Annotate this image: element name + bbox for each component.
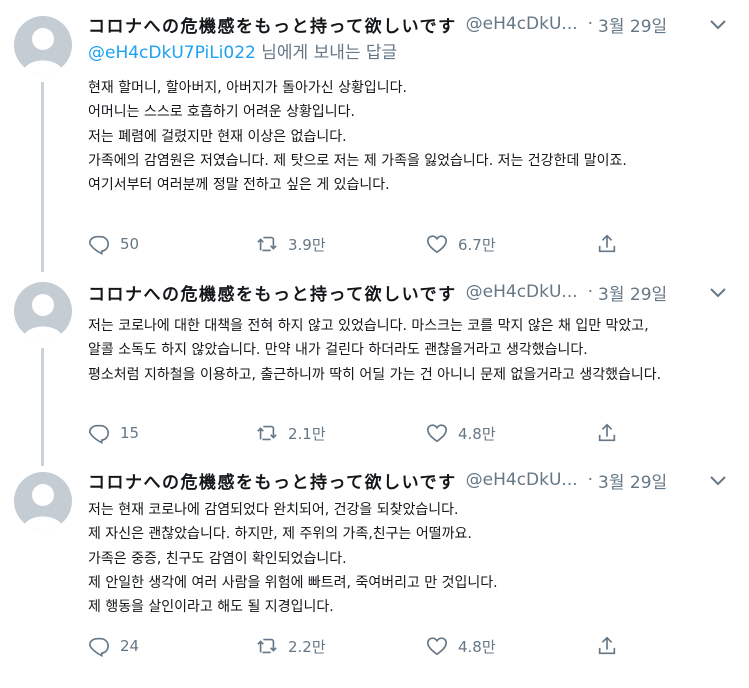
retweet-count: 3.9만 [288, 235, 326, 254]
tweet-line: 저는 코로나에 대한 대책을 전혀 하지 않고 있었습니다. 마스크는 코를 막… [88, 318, 649, 334]
share-icon [598, 636, 616, 655]
tweet-line: 현재 할머니, 할아버지, 아버지가 돌아가신 상황입니다. [88, 80, 407, 96]
avatar[interactable] [14, 472, 72, 530]
tweet-date[interactable]: 3월 29일 [598, 12, 667, 37]
retweet-button[interactable]: 2.2만 [256, 634, 326, 658]
tweet-actions: 15 2.1만 4.8만 [88, 421, 628, 445]
reply-count: 50 [120, 235, 140, 253]
tweet-text: 현재 할머니, 할아버지, 아버지가 돌아가신 상황입니다. 어머니는 스스로 … [88, 76, 627, 197]
heart-icon [427, 424, 447, 443]
share-icon [598, 423, 616, 442]
like-button[interactable]: 4.8만 [426, 421, 496, 445]
tweet-line: 저는 현재 코로나에 감염되었다 완치되어, 건강을 되찾았습니다. [88, 502, 459, 518]
tweet-line: 제 행동을 살인이라고 해도 될 지경입니다. [88, 599, 334, 616]
heart-icon [427, 235, 447, 254]
tweet-text: 저는 코로나에 대한 대책을 전혀 하지 않고 있었습니다. 마스크는 코를 막… [88, 314, 661, 387]
tweet-date[interactable]: 3월 29일 [598, 280, 667, 305]
reply-to-suffix: 님에게 보내는 답글 [255, 43, 398, 63]
user-handle[interactable]: @eH4cDkU... [466, 470, 578, 490]
tweet[interactable]: コロナへの危機感をもっと持って欲しいです @eH4cDkU... · 3월 29… [0, 0, 749, 272]
avatar[interactable] [14, 282, 72, 340]
reply-to-handle[interactable]: @eH4cDkU7PiLi022 [88, 43, 256, 63]
display-name[interactable]: コロナへの危機感をもっと持って欲しいです [88, 280, 457, 305]
tweet-line: 평소처럼 지하철을 이용하고, 출근하니까 딱히 어딜 가는 건 아니니 문제 … [88, 366, 662, 383]
share-button[interactable] [596, 232, 618, 256]
tweet-date[interactable]: 3월 29일 [598, 468, 667, 493]
replying-to: @eH4cDkU7PiLi022 님에게 보내는 답글 [88, 38, 397, 63]
tweet-text: 저는 현재 코로나에 감염되었다 완치되어, 건강을 되찾았습니다. 제 자신은… [88, 498, 498, 619]
tweet[interactable]: コロナへの危機感をもっと持って欲しいです @eH4cDkU... · 3월 29… [0, 458, 749, 688]
retweet-icon [257, 236, 277, 252]
retweet-icon [257, 425, 277, 441]
tweet-line: 어머니는 스스로 호흡하기 어려운 상황입니다. [88, 104, 355, 121]
user-handle[interactable]: @eH4cDkU... [466, 282, 578, 302]
share-button[interactable] [596, 634, 618, 658]
like-count: 4.8만 [458, 424, 496, 443]
tweet-line: 저는 폐렴에 걸렸지만 현재 이상은 없습니다. [88, 128, 347, 145]
separator-dot: · [587, 282, 594, 302]
tweet-line: 제 안일한 생각에 여러 사람을 위험에 빠트려, 죽여버리고 만 것입니다. [88, 574, 498, 591]
tweet-line: 알콜 소독도 하지 않았습니다. 만약 내가 걸린다 하더라도 괜찮을거라고 생… [88, 342, 588, 359]
retweet-count: 2.1만 [288, 424, 326, 443]
tweet-line: 제 자신은 괜찮았습니다. 하지만, 제 주위의 가족,친구는 어떨까요. [88, 526, 472, 543]
display-name[interactable]: コロナへの危機感をもっと持って欲しいです [88, 12, 457, 37]
tweet-line: 여기서부터 여러분께 정말 전하고 싶은 게 있습니다. [88, 177, 390, 194]
tweet-line: 가족에의 감염원은 저였습니다. 제 탓으로 저는 제 가족을 잃었습니다. 저… [88, 152, 627, 169]
like-button[interactable]: 6.7만 [426, 232, 496, 256]
reply-button[interactable]: 50 [88, 232, 139, 256]
heart-icon [427, 637, 447, 656]
retweet-button[interactable]: 3.9만 [256, 232, 326, 256]
retweet-button[interactable]: 2.1만 [256, 421, 326, 445]
tweet-actions: 50 3.9만 6.7만 [88, 232, 628, 256]
separator-dot: · [587, 470, 594, 490]
chevron-down-icon[interactable] [709, 286, 727, 300]
thread-line [41, 82, 44, 272]
like-count: 4.8만 [458, 637, 496, 656]
share-button[interactable] [596, 421, 618, 445]
reply-icon [89, 235, 109, 255]
chevron-down-icon[interactable] [709, 474, 727, 488]
tweet-actions: 24 2.2만 4.8만 [88, 634, 628, 658]
reply-count: 15 [120, 424, 140, 442]
display-name[interactable]: コロナへの危機感をもっと持って欲しいです [88, 468, 457, 493]
reply-icon [89, 424, 109, 444]
reply-button[interactable]: 15 [88, 421, 139, 445]
tweet-line: 가족은 중증, 친구도 감염이 확인되었습니다. [88, 550, 347, 567]
share-icon [598, 234, 616, 253]
tweet[interactable]: コロナへの危機感をもっと持って欲しいです @eH4cDkU... · 3월 29… [0, 268, 749, 466]
separator-dot: · [587, 14, 594, 34]
retweet-icon [257, 638, 277, 654]
reply-button[interactable]: 24 [88, 634, 139, 658]
thread-line [41, 348, 44, 466]
retweet-count: 2.2만 [288, 637, 326, 656]
reply-count: 24 [120, 637, 140, 655]
avatar[interactable] [14, 16, 72, 74]
user-handle[interactable]: @eH4cDkU... [466, 14, 578, 34]
reply-icon [89, 637, 109, 657]
like-button[interactable]: 4.8만 [426, 634, 496, 658]
chevron-down-icon[interactable] [709, 18, 727, 32]
like-count: 6.7만 [458, 235, 496, 254]
